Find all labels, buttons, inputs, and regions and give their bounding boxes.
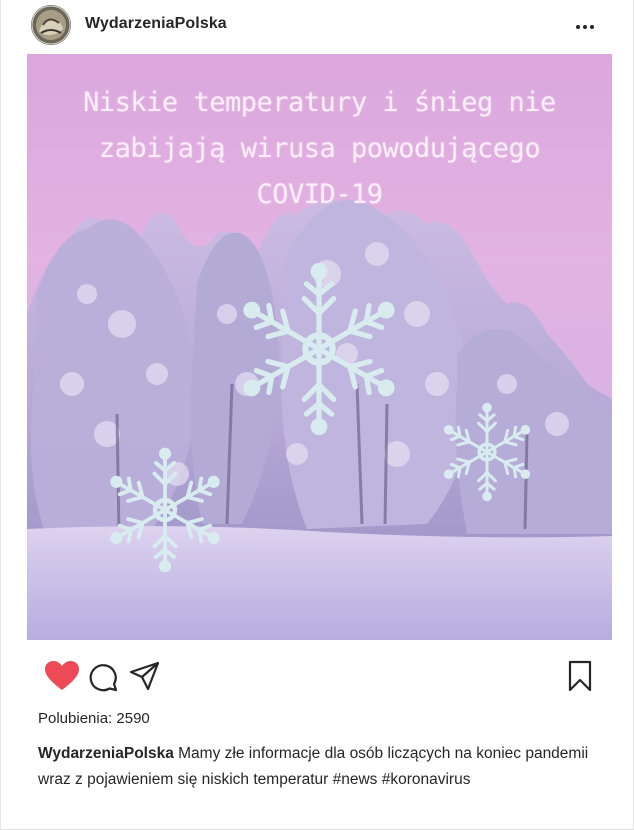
post-image[interactable]: Niskie temperatury i śnieg nie zabijają … xyxy=(27,54,612,640)
overlay-line: Niskie temperatury i śnieg nie xyxy=(83,87,556,118)
post-caption: WydarzeniaPolska Mamy złe informacje dla… xyxy=(38,741,608,793)
likes-count[interactable]: Polubienia: 2590 xyxy=(38,710,150,727)
bookmark-icon[interactable] xyxy=(567,660,593,692)
comment-icon[interactable] xyxy=(87,662,119,692)
post-header: WydarzeniaPolska xyxy=(1,0,634,52)
overlay-line: COVID-19 xyxy=(256,179,383,210)
image-overlay-headline: Niskie temperatury i śnieg nie zabijają … xyxy=(27,80,612,218)
avatar[interactable] xyxy=(31,5,71,45)
overlay-line: zabijają wirusa powodującego xyxy=(98,133,541,164)
post-username[interactable]: WydarzeniaPolska xyxy=(85,15,227,33)
more-horizontal-icon[interactable] xyxy=(573,17,597,33)
heart-icon[interactable] xyxy=(44,660,80,692)
send-icon[interactable] xyxy=(129,661,161,691)
caption-username[interactable]: WydarzeniaPolska xyxy=(38,745,174,762)
post-actions xyxy=(1,652,634,700)
instagram-post: WydarzeniaPolska Niskie temperatury i śn… xyxy=(0,0,634,830)
